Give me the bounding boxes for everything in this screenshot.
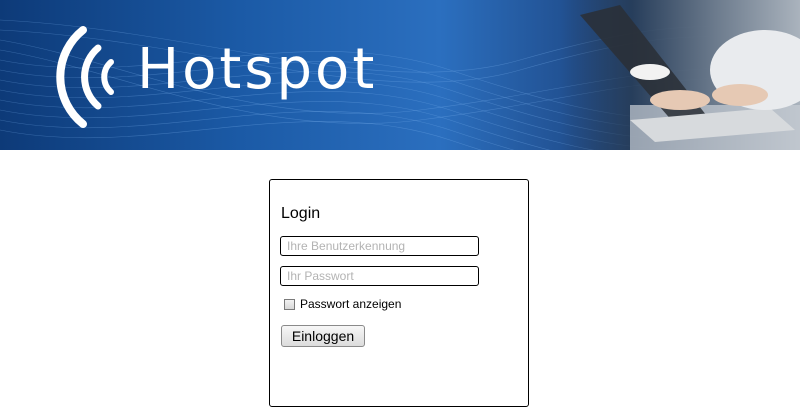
header-banner: Hotspot (0, 0, 800, 150)
password-input[interactable] (280, 266, 479, 286)
login-form: Login Passwort anzeigen Einloggen (269, 179, 529, 407)
laptop-photo (560, 0, 800, 150)
logo-text: Hotspot (137, 37, 378, 102)
username-input[interactable] (280, 236, 479, 256)
show-password-checkbox[interactable] (284, 298, 295, 310)
login-title: Login (281, 205, 321, 222)
login-button[interactable]: Einloggen (281, 325, 365, 347)
show-password-toggle[interactable]: Passwort anzeigen (284, 297, 401, 311)
wifi-waves-icon (56, 26, 114, 128)
show-password-label: Passwort anzeigen (300, 297, 402, 311)
